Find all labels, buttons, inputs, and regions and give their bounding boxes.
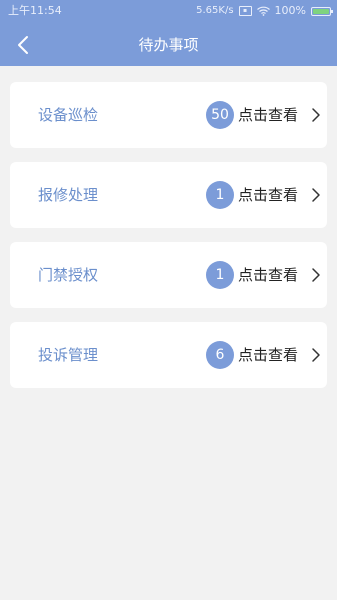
chevron-right-icon <box>312 188 320 202</box>
view-link[interactable]: 点击查看 <box>238 82 298 148</box>
status-time: 上午11:54 <box>8 4 62 17</box>
count-badge: 50 <box>206 101 234 129</box>
view-link[interactable]: 点击查看 <box>238 242 298 308</box>
battery-percent: 100% <box>274 4 306 17</box>
todo-item-label: 报修处理 <box>38 186 99 204</box>
chevron-right-icon <box>312 348 320 362</box>
status-indicators: 5.65K/s ▪ 100% <box>196 0 333 22</box>
app-header: 上午11:54 5.65K/s ▪ 100% 待办事项 <box>0 0 337 66</box>
todo-item-label: 投诉管理 <box>38 346 99 364</box>
battery-icon <box>311 6 333 16</box>
chevron-right-icon <box>312 108 320 122</box>
sim-icon: ▪ <box>238 6 252 16</box>
status-bar: 上午11:54 5.65K/s ▪ 100% <box>0 0 337 22</box>
page-title: 待办事项 <box>138 36 199 54</box>
view-link[interactable]: 点击查看 <box>238 322 298 388</box>
count-badge: 6 <box>206 341 234 369</box>
todo-item-access-control[interactable]: 门禁授权 1 点击查看 <box>10 242 327 308</box>
chevron-right-icon <box>312 268 320 282</box>
todo-item-label: 门禁授权 <box>38 266 99 284</box>
wifi-icon <box>256 6 270 16</box>
todo-item-device-inspection[interactable]: 设备巡检 50 点击查看 <box>10 82 327 148</box>
todo-item-complaint[interactable]: 投诉管理 6 点击查看 <box>10 322 327 388</box>
todo-item-label: 设备巡检 <box>38 106 99 124</box>
network-speed: 5.65K/s <box>196 5 234 16</box>
count-badge: 1 <box>206 261 234 289</box>
todo-item-repair[interactable]: 报修处理 1 点击查看 <box>10 162 327 228</box>
todo-list: 设备巡检 50 点击查看 报修处理 1 点击查看 门禁授权 1 点击查看 投诉管… <box>10 82 327 402</box>
count-badge: 1 <box>206 181 234 209</box>
view-link[interactable]: 点击查看 <box>238 162 298 228</box>
